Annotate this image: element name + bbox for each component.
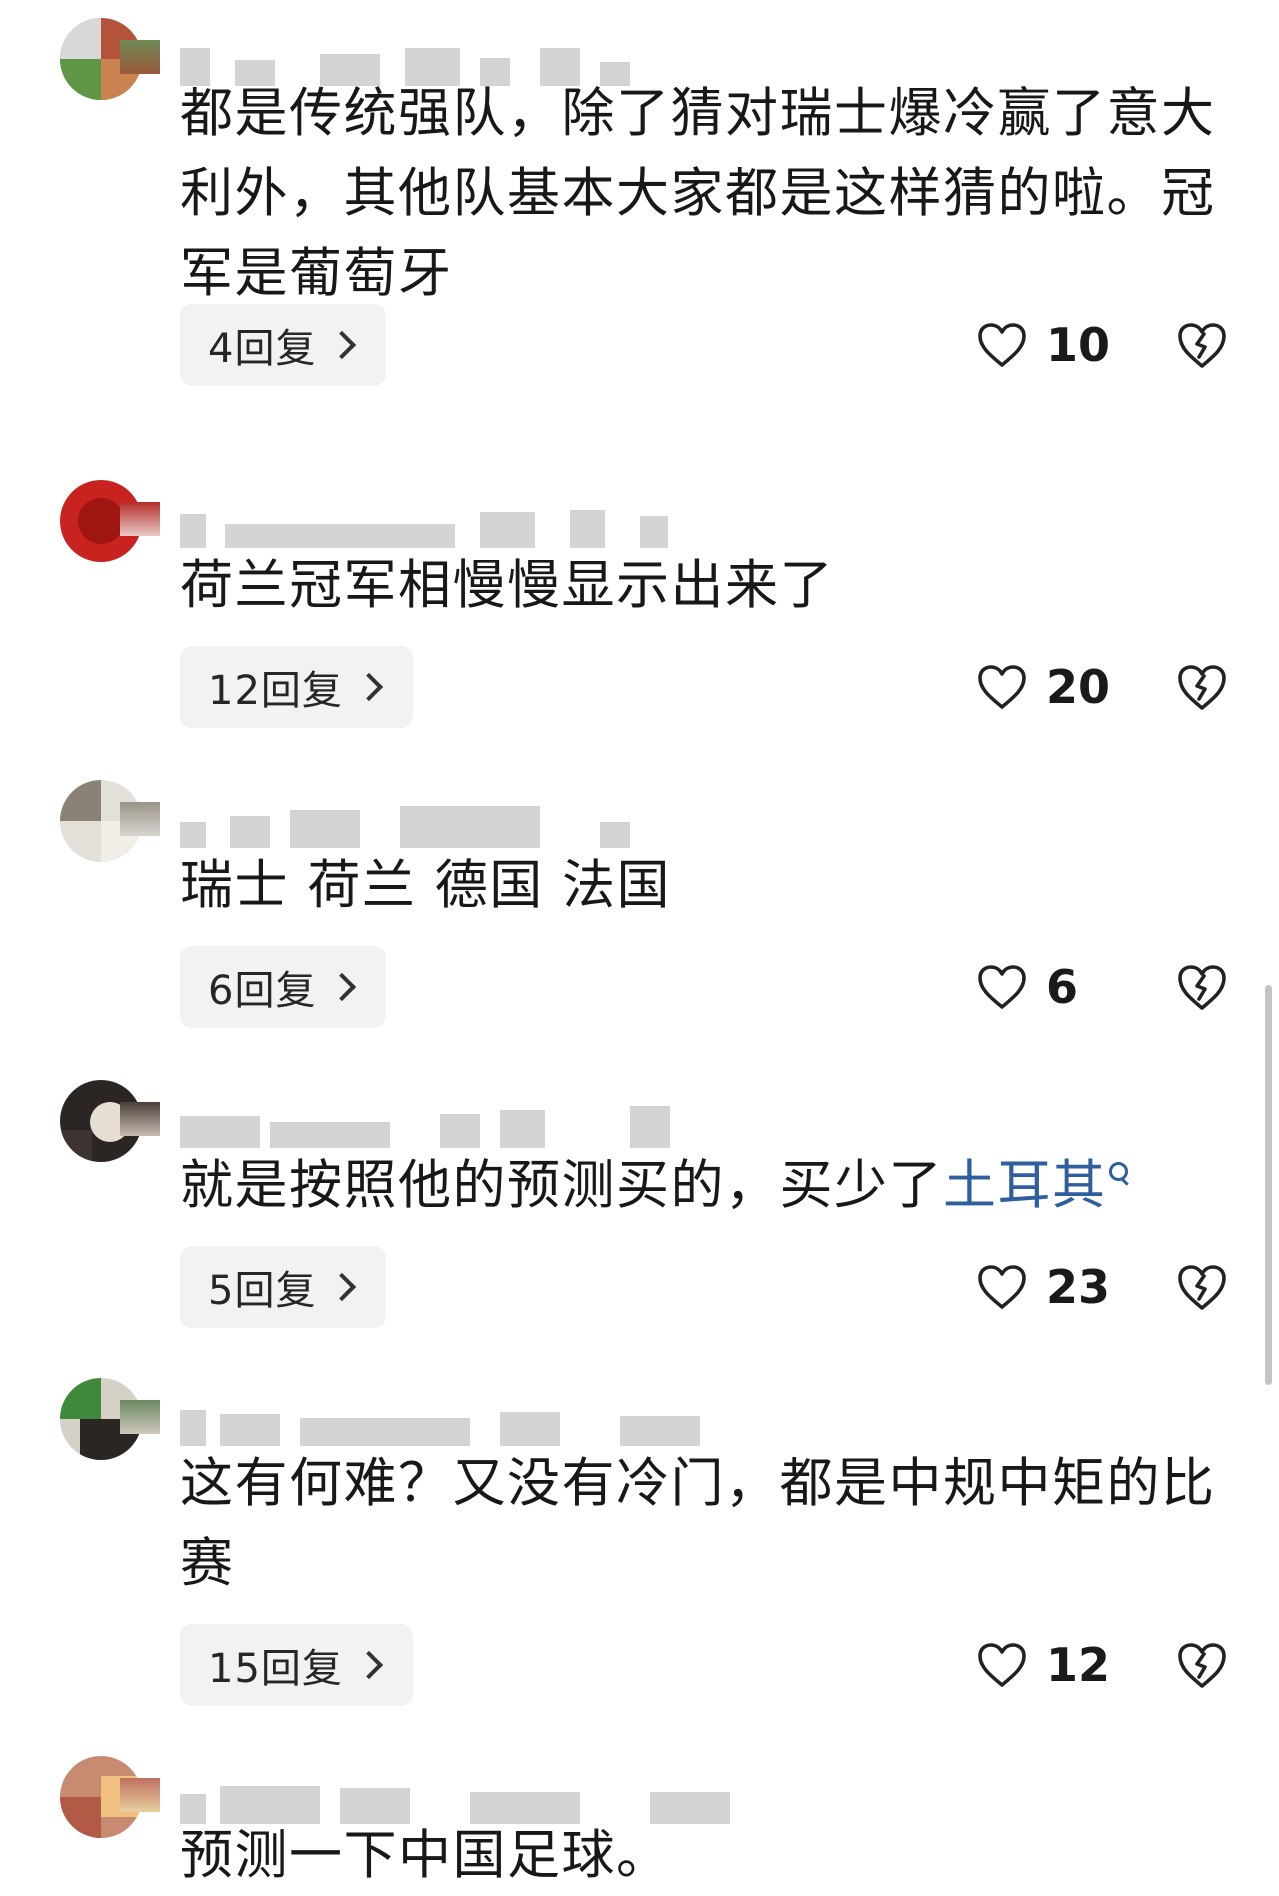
username-censored[interactable] [180, 1102, 820, 1148]
heart-outline-icon [978, 1643, 1026, 1687]
avatar-edge [120, 40, 160, 74]
avatar-edge [120, 1400, 160, 1434]
reply-count: 15回复 [208, 1646, 343, 1692]
heart-outline-icon [978, 1265, 1026, 1309]
chevron-right-icon [328, 330, 357, 360]
comment-text: 瑞士 荷兰 德国 法国 [180, 855, 672, 916]
chevron-right-icon [328, 1272, 357, 1302]
dislike-button[interactable] [1174, 304, 1230, 386]
like-count: 6 [1046, 960, 1079, 1014]
reply-count: 12回复 [208, 668, 343, 714]
avatar-edge [120, 1102, 160, 1136]
username-censored[interactable] [180, 1400, 820, 1446]
topic-link[interactable]: 土耳其 [943, 1155, 1107, 1216]
comment-text: 预测一下中国足球。 [180, 1825, 671, 1886]
broken-heart-icon [1178, 1643, 1226, 1688]
comment-text: 这有何难？又没有冷门，都是中规中矩的比赛 [180, 1453, 1216, 1594]
view-replies-button[interactable]: 15回复 [180, 1624, 413, 1706]
like-button[interactable]: 12 [976, 1624, 1110, 1706]
like-button[interactable]: 10 [976, 304, 1110, 386]
heart-outline-icon [978, 323, 1026, 367]
comment-text: 荷兰冠军相慢慢显示出来了 [180, 555, 834, 616]
chevron-right-icon [328, 972, 357, 1002]
avatar-edge [120, 802, 160, 836]
like-button[interactable]: 23 [976, 1246, 1110, 1328]
avatar-edge [120, 1778, 160, 1812]
comment-feed: 都是传统强队，除了猜对瑞士爆冷赢了意大利外，其他队基本大家都是这样猜的啦。冠军是… [0, 0, 1279, 1887]
dislike-button[interactable] [1174, 946, 1230, 1028]
like-count: 20 [1046, 660, 1111, 714]
reply-count: 5回复 [208, 1268, 317, 1314]
like-count: 23 [1046, 1260, 1111, 1314]
heart-outline-icon [978, 965, 1026, 1009]
view-replies-button[interactable]: 5回复 [180, 1246, 387, 1328]
broken-heart-icon [1178, 1265, 1226, 1310]
broken-heart-icon [1178, 965, 1226, 1010]
username-censored[interactable] [180, 802, 820, 848]
reply-count: 4回复 [208, 326, 317, 372]
scrollbar[interactable] [1265, 985, 1272, 1385]
dislike-button[interactable] [1174, 1624, 1230, 1706]
view-replies-button[interactable]: 4回复 [180, 304, 387, 386]
view-replies-button[interactable]: 6回复 [180, 946, 387, 1028]
search-icon[interactable] [1107, 1160, 1129, 1190]
reply-count: 6回复 [208, 968, 317, 1014]
comment-text: 就是按照他的预测买的，买少了土耳其 [180, 1146, 1230, 1226]
comment-text: 都是传统强队，除了猜对瑞士爆冷赢了意大利外，其他队基本大家都是这样猜的啦。冠军是… [180, 83, 1216, 304]
like-count: 10 [1046, 318, 1111, 372]
avatar-edge [120, 502, 160, 536]
username-censored[interactable] [180, 502, 820, 548]
like-button[interactable]: 20 [976, 646, 1110, 728]
chevron-right-icon [354, 672, 384, 702]
like-button[interactable]: 6 [976, 946, 1078, 1028]
dislike-button[interactable] [1174, 1246, 1230, 1328]
view-replies-button[interactable]: 12回复 [180, 646, 413, 728]
like-count: 12 [1046, 1638, 1111, 1692]
chevron-right-icon [354, 1650, 384, 1680]
heart-outline-icon [978, 665, 1026, 709]
broken-heart-icon [1178, 323, 1226, 368]
dislike-button[interactable] [1174, 646, 1230, 728]
broken-heart-icon [1178, 665, 1226, 710]
